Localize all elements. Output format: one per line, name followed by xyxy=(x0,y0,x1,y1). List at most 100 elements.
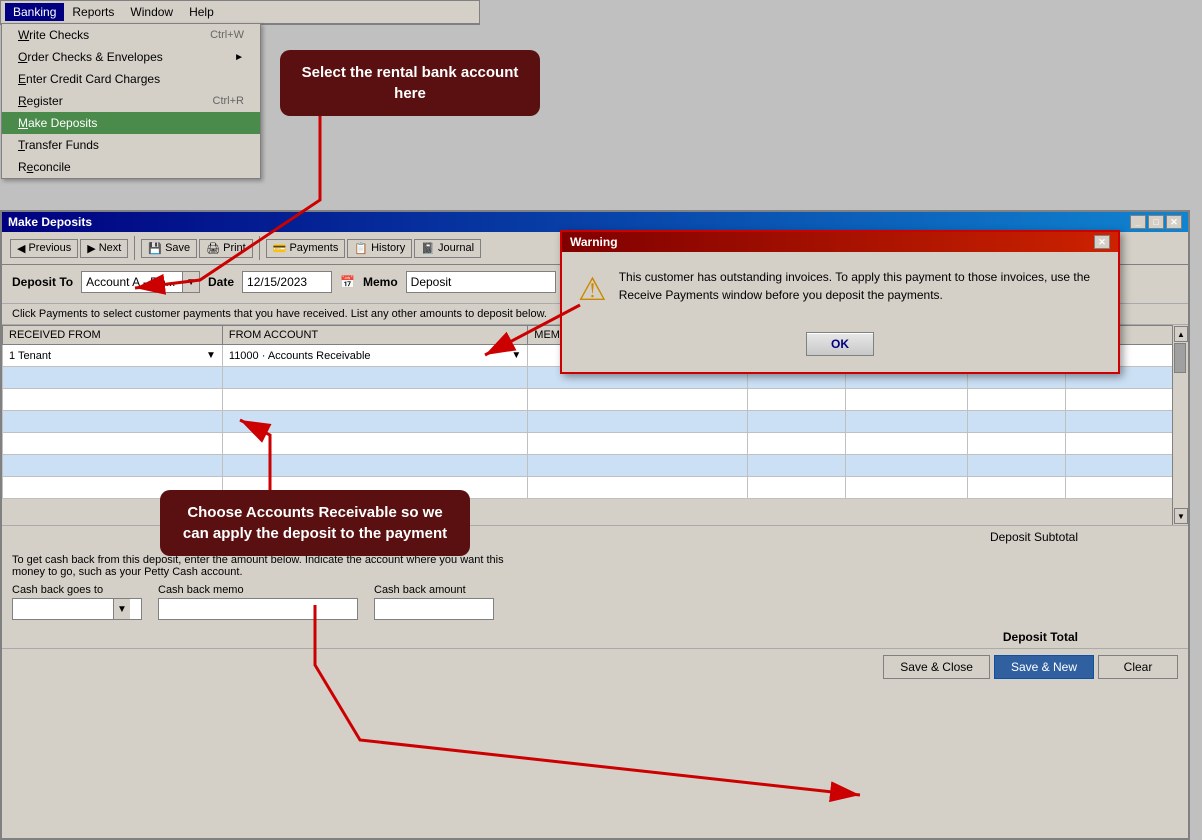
deposit-to-label: Deposit To xyxy=(12,275,73,289)
menu-help[interactable]: Help xyxy=(181,3,222,21)
cash-back-memo-label: Cash back memo xyxy=(158,584,358,596)
journal-label: Journal xyxy=(438,242,474,254)
cell-from-account[interactable]: 11000 · Accounts Receivable ▼ xyxy=(222,345,527,367)
deposit-subtotal-value xyxy=(1098,530,1178,544)
warning-titlebar: Warning ✕ xyxy=(562,232,1118,252)
menu-item-register[interactable]: Register Ctrl+R xyxy=(2,90,260,112)
titlebar-controls: _ □ ✕ xyxy=(1130,215,1182,229)
deposit-total-value xyxy=(1098,630,1178,644)
banking-menu-window: Banking Reports Window Help Write Checks… xyxy=(0,0,480,25)
banking-dropdown: Write Checks Ctrl+W Order Checks & Envel… xyxy=(1,23,261,179)
window-title: Make Deposits xyxy=(8,215,92,229)
previous-icon: ◀ xyxy=(17,242,25,255)
scroll-thumb[interactable] xyxy=(1174,343,1186,373)
clear-button[interactable]: Clear xyxy=(1098,655,1178,679)
cash-back-memo-group: Cash back memo xyxy=(158,584,358,620)
cash-back-goes-to-select[interactable]: ▼ xyxy=(12,598,142,620)
separator-2 xyxy=(259,236,260,260)
deposit-subtotal-label: Deposit Subtotal xyxy=(990,530,1078,544)
cash-back-goes-to-arrow[interactable]: ▼ xyxy=(113,599,130,619)
tooltip-rental-bank: Select the rental bank account here xyxy=(280,50,540,116)
col-header-received-from: RECEIVED FROM xyxy=(3,326,223,345)
date-label: Date xyxy=(208,275,234,289)
journal-button[interactable]: 📓 Journal xyxy=(414,239,481,258)
warning-footer: OK xyxy=(562,324,1118,372)
save-icon: 💾 xyxy=(148,242,162,255)
memo-label: Memo xyxy=(363,275,398,289)
col-header-from-account: FROM ACCOUNT xyxy=(222,326,527,345)
warning-icon: ⚠ xyxy=(578,270,607,308)
menu-banking[interactable]: Banking xyxy=(5,3,64,21)
dropdown-arrow-received[interactable]: ▼ xyxy=(206,350,216,361)
menu-item-make-deposits[interactable]: Make Deposits xyxy=(2,112,260,134)
cell-received-from[interactable]: 1 Tenant ▼ xyxy=(3,345,223,367)
table-row xyxy=(3,455,1188,477)
date-input[interactable] xyxy=(242,271,332,293)
window-titlebar: Make Deposits _ □ ✕ xyxy=(2,212,1188,232)
deposit-to-select[interactable]: Account A - Re... ▼ xyxy=(81,271,200,293)
cash-back-goes-to-value xyxy=(13,607,113,611)
menu-item-enter-credit[interactable]: Enter Credit Card Charges xyxy=(2,68,260,90)
ok-button[interactable]: OK xyxy=(806,332,874,356)
menu-item-reconcile[interactable]: Reconcile xyxy=(2,156,260,178)
table-row xyxy=(3,411,1188,433)
menu-item-write-checks[interactable]: Write Checks Ctrl+W xyxy=(2,24,260,46)
warning-body: ⚠ This customer has outstanding invoices… xyxy=(562,252,1118,324)
deposit-to-arrow[interactable]: ▼ xyxy=(182,272,199,292)
next-label: Next xyxy=(99,242,122,254)
calendar-icon[interactable]: 📅 xyxy=(340,275,355,289)
payments-button[interactable]: 💳 Payments xyxy=(266,239,346,258)
cash-back-amount-input[interactable] xyxy=(374,598,494,620)
memo-input[interactable] xyxy=(406,271,556,293)
history-button[interactable]: 📋 History xyxy=(347,239,412,258)
deposit-total-label: Deposit Total xyxy=(1003,630,1078,644)
warning-dialog: Warning ✕ ⚠ This customer has outstandin… xyxy=(560,230,1120,374)
minimize-button[interactable]: _ xyxy=(1130,215,1146,229)
warning-message: This customer has outstanding invoices. … xyxy=(619,268,1102,304)
scroll-down-btn[interactable]: ▼ xyxy=(1174,508,1188,524)
print-button[interactable]: 🖨 Print xyxy=(199,239,253,258)
next-icon: ▶ xyxy=(87,242,95,255)
cash-back-memo-input[interactable] xyxy=(158,598,358,620)
cash-back-amount-label: Cash back amount xyxy=(374,584,494,596)
save-new-button[interactable]: Save & New xyxy=(994,655,1094,679)
history-icon: 📋 xyxy=(354,242,368,255)
cash-back-goes-to-label: Cash back goes to xyxy=(12,584,142,596)
print-icon: 🖨 xyxy=(206,242,220,255)
tooltip-rental-bank-text: Select the rental bank account here xyxy=(302,64,519,102)
save-label: Save xyxy=(165,242,190,254)
close-button[interactable]: ✕ xyxy=(1166,215,1182,229)
table-scrollbar[interactable]: ▲ ▼ xyxy=(1172,325,1188,525)
menu-window[interactable]: Window xyxy=(122,3,181,21)
save-button[interactable]: 💾 Save xyxy=(141,239,197,258)
previous-button[interactable]: ◀ Previous xyxy=(10,239,78,258)
cash-back-area: To get cash back from this deposit, ente… xyxy=(2,548,1188,626)
menu-item-transfer-funds[interactable]: Transfer Funds xyxy=(2,134,260,156)
save-close-button[interactable]: Save & Close xyxy=(883,655,990,679)
next-button[interactable]: ▶ Next xyxy=(80,239,128,258)
print-label: Print xyxy=(223,242,246,254)
menu-item-order-checks[interactable]: Order Checks & Envelopes ► xyxy=(2,46,260,68)
payments-label: Payments xyxy=(289,242,338,254)
payments-icon: 💳 xyxy=(273,242,287,255)
scroll-up-btn[interactable]: ▲ xyxy=(1174,326,1188,342)
journal-icon: 📓 xyxy=(421,242,435,255)
cash-back-row: Cash back goes to ▼ Cash back memo Cash … xyxy=(12,584,1178,620)
deposit-to-value: Account A - Re... xyxy=(82,273,182,291)
menu-reports[interactable]: Reports xyxy=(64,3,122,21)
tooltip-accounts-receivable-text: Choose Accounts Receivable so we can app… xyxy=(183,504,447,542)
warning-close-button[interactable]: ✕ xyxy=(1094,235,1110,249)
menu-bar: Banking Reports Window Help xyxy=(1,1,479,24)
maximize-button[interactable]: □ xyxy=(1148,215,1164,229)
previous-label: Previous xyxy=(28,242,71,254)
dropdown-arrow-account[interactable]: ▼ xyxy=(511,350,521,361)
cash-back-goes-to-group: Cash back goes to ▼ xyxy=(12,584,142,620)
table-row xyxy=(3,433,1188,455)
warning-title: Warning xyxy=(570,235,618,249)
history-label: History xyxy=(371,242,405,254)
separator-1 xyxy=(134,236,135,260)
tooltip-accounts-receivable: Choose Accounts Receivable so we can app… xyxy=(160,490,470,556)
cash-back-intro: To get cash back from this deposit, ente… xyxy=(12,554,512,578)
deposit-total-row: Deposit Total xyxy=(2,626,1188,648)
action-buttons: Save & Close Save & New Clear xyxy=(2,648,1188,685)
